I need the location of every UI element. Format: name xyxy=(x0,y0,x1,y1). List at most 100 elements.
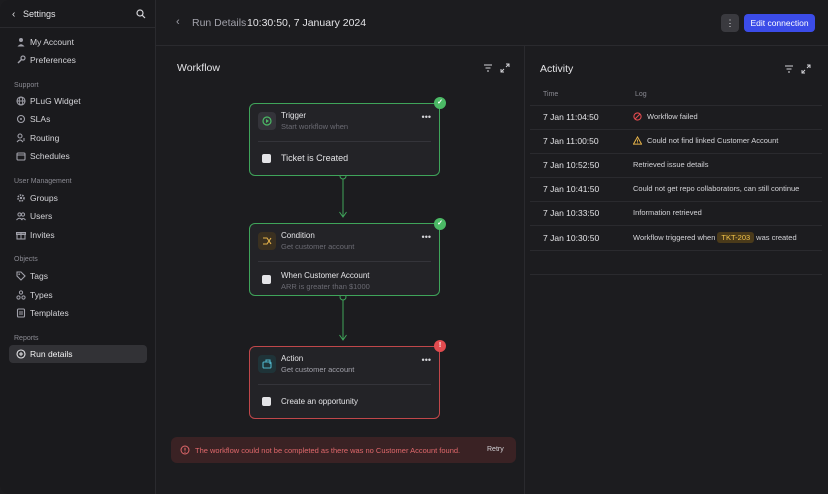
log-prefix: Workflow triggered when xyxy=(633,233,716,242)
success-check-icon: ✓ xyxy=(434,218,446,230)
activity-panel: Activity Time Log 7 Jan 11:04:50 Workflo… xyxy=(526,46,828,494)
search-icon[interactable] xyxy=(136,9,146,19)
sidebar-item-schedules[interactable]: Schedules xyxy=(9,147,147,165)
table-row[interactable]: 7 Jan 10:30:50 Workflow triggered when TK… xyxy=(526,226,828,250)
breadcrumb[interactable]: Run Details xyxy=(192,17,246,29)
node-body: Ticket is Created xyxy=(258,142,431,176)
sidebar-item-users[interactable]: Users xyxy=(9,207,147,225)
sidebar-item-invites[interactable]: Invites xyxy=(9,226,147,244)
sidebar-item-templates[interactable]: Templates xyxy=(9,304,147,322)
section-title-support: Support xyxy=(14,82,39,89)
error-message: The workflow could not be completed as t… xyxy=(195,446,461,455)
ticket-badge[interactable]: TKT-203 xyxy=(717,232,755,243)
log-suffix: was created xyxy=(756,233,797,242)
node-body: When Customer Account ARR is greater tha… xyxy=(258,262,431,296)
node-body-text: Create an opportunity xyxy=(281,397,358,406)
page-title: 10:30:50, 7 January 2024 xyxy=(247,17,367,29)
node-menu-icon[interactable]: ••• xyxy=(422,355,431,365)
sidebar-item-label: Routing xyxy=(30,133,60,143)
workflow-panel: Workflow Trigger Start workflow when •••… xyxy=(156,46,525,494)
sidebar-item-label: PLuG Widget xyxy=(30,96,81,106)
sidebar-item-label: Preferences xyxy=(30,55,76,65)
refresh-icon xyxy=(16,114,26,124)
error-banner: The workflow could not be completed as t… xyxy=(171,437,516,463)
app-logo-icon xyxy=(262,275,271,284)
sidebar-item-plug-widget[interactable]: PLuG Widget xyxy=(9,92,147,110)
sidebar-item-tags[interactable]: Tags xyxy=(9,267,147,285)
expand-icon[interactable] xyxy=(500,63,510,73)
node-menu-icon[interactable]: ••• xyxy=(422,112,431,122)
node-body-text: When Customer Account xyxy=(281,271,370,280)
node-title: Trigger xyxy=(281,111,307,120)
sidebar-item-label: Run details xyxy=(30,349,73,359)
node-subtitle: Get customer account xyxy=(281,242,355,251)
sidebar-item-routing[interactable]: Routing xyxy=(9,129,147,147)
sidebar-item-types[interactable]: Types xyxy=(9,286,147,304)
column-header-log: Log xyxy=(635,91,647,98)
sidebar-item-label: Templates xyxy=(30,308,69,318)
row-time: 7 Jan 10:41:50 xyxy=(543,184,600,194)
filter-icon[interactable] xyxy=(784,64,794,74)
sidebar-item-label: Groups xyxy=(30,193,58,203)
users-icon xyxy=(16,212,26,221)
node-body-text: Ticket is Created xyxy=(281,153,349,163)
node-body: Create an opportunity xyxy=(258,385,431,419)
row-time: 7 Jan 10:30:50 xyxy=(543,233,600,243)
app-window: ‹ Settings My Account Preferences Suppor… xyxy=(0,0,828,494)
sidebar-item-preferences[interactable]: Preferences xyxy=(9,51,147,69)
error-circle-icon xyxy=(180,445,190,455)
tag-icon xyxy=(16,271,26,281)
layers-icon xyxy=(16,308,26,318)
calendar-icon xyxy=(16,152,26,161)
sidebar: ‹ Settings My Account Preferences Suppor… xyxy=(0,0,156,494)
sidebar-item-my-account[interactable]: My Account xyxy=(9,33,147,51)
shuffle-icon xyxy=(258,232,276,250)
action-icon xyxy=(258,355,276,373)
sidebar-title: Settings xyxy=(23,9,56,19)
divider xyxy=(530,274,822,275)
success-check-icon: ✓ xyxy=(434,97,446,109)
back-chevron-icon[interactable]: ‹ xyxy=(176,16,180,28)
table-row[interactable]: 7 Jan 10:52:50 Retrieved issue details xyxy=(526,153,828,177)
workflow-node-trigger[interactable]: Trigger Start workflow when ••• Ticket i… xyxy=(249,103,440,176)
section-title-user-management: User Management xyxy=(14,178,72,185)
error-icon xyxy=(633,112,642,121)
table-row[interactable]: 7 Jan 11:04:50 Workflow failed xyxy=(526,105,828,129)
row-log: Retrieved issue details xyxy=(633,160,709,169)
node-title: Condition xyxy=(281,231,315,240)
node-subtitle: Start workflow when xyxy=(281,122,349,131)
sidebar-header: ‹ Settings xyxy=(0,0,156,28)
row-log: Could not get repo collaborators, can st… xyxy=(633,184,800,193)
page-header: ‹ Run Details 10:30:50, 7 January 2024 ⋮… xyxy=(156,0,828,46)
section-title-objects: Objects xyxy=(14,256,38,263)
workflow-title: Workflow xyxy=(177,62,220,74)
types-icon xyxy=(16,290,26,300)
workflow-node-condition[interactable]: Condition Get customer account ••• When … xyxy=(249,223,440,296)
back-chevron-icon[interactable]: ‹ xyxy=(12,9,15,20)
node-title: Action xyxy=(281,354,304,363)
sidebar-item-label: Tags xyxy=(30,271,48,281)
sidebar-item-label: Types xyxy=(30,290,53,300)
sidebar-item-slas[interactable]: SLAs xyxy=(9,110,147,128)
edit-connection-button[interactable]: Edit connection xyxy=(744,14,815,32)
retry-button[interactable]: Retry xyxy=(487,446,504,453)
expand-icon[interactable] xyxy=(801,64,811,74)
filter-icon[interactable] xyxy=(483,63,493,73)
divider xyxy=(530,250,822,251)
table-row[interactable]: 7 Jan 11:00:50 Could not find linked Cus… xyxy=(526,129,828,153)
workflow-node-action[interactable]: Action Get customer account ••• Create a… xyxy=(249,346,440,419)
node-menu-icon[interactable]: ••• xyxy=(422,232,431,242)
more-options-button[interactable]: ⋮ xyxy=(721,14,739,32)
node-body-subtext: ARR is greater than $1000 xyxy=(281,282,370,291)
table-row[interactable]: 7 Jan 10:41:50 Could not get repo collab… xyxy=(526,177,828,201)
table-row[interactable]: 7 Jan 10:33:50 Information retrieved xyxy=(526,201,828,225)
sidebar-item-label: Invites xyxy=(30,230,55,240)
wrench-icon xyxy=(17,55,26,64)
section-title-reports: Reports xyxy=(14,335,39,342)
sidebar-item-run-details[interactable]: Run details xyxy=(9,345,147,363)
user-icon xyxy=(17,38,25,47)
sidebar-item-groups[interactable]: Groups xyxy=(9,189,147,207)
column-header-time: Time xyxy=(543,91,559,98)
sidebar-item-label: Schedules xyxy=(30,151,70,161)
node-header: Action Get customer account ••• xyxy=(258,347,431,385)
